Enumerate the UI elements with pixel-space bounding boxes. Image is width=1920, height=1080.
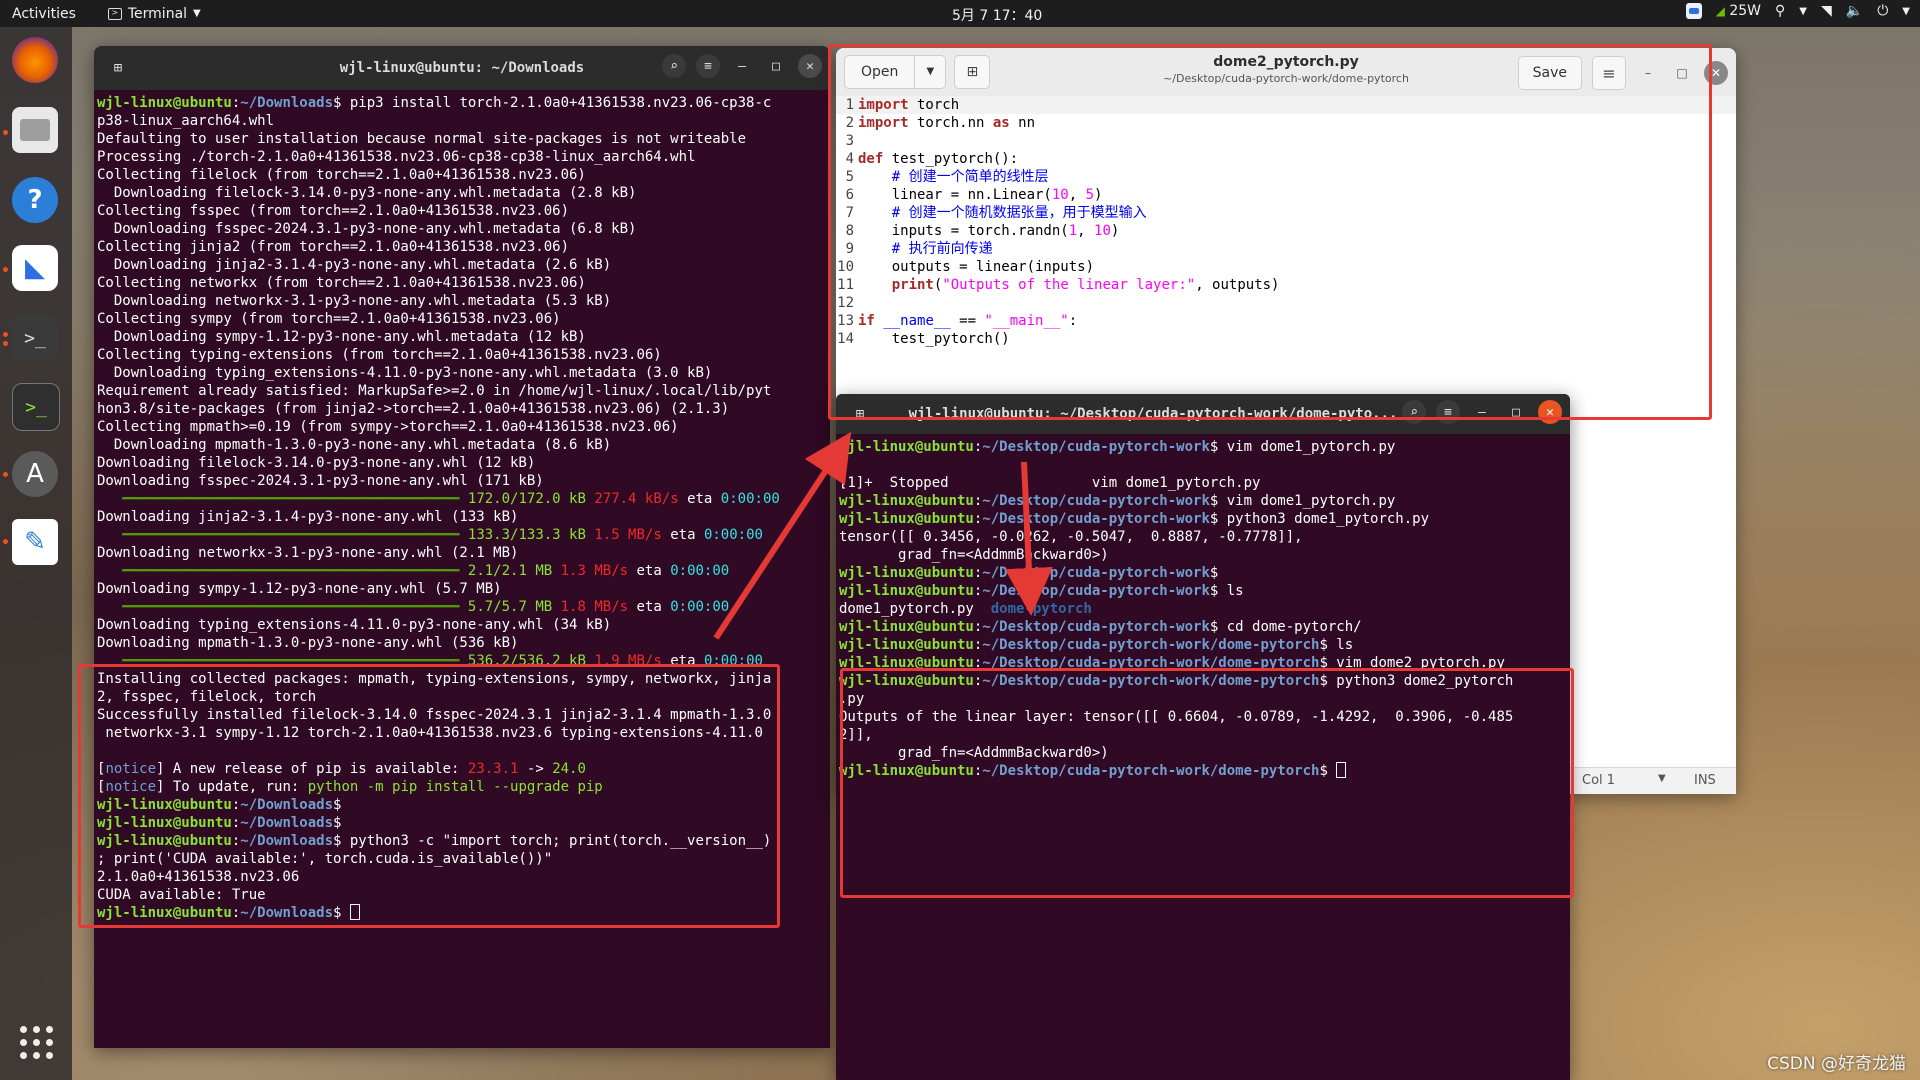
hamburger-menu-icon[interactable]: ≡ (1436, 400, 1460, 424)
editor-headerbar[interactable]: Open ▼ ⊞ dome2_pytorch.py ~/Desktop/cuda… (836, 48, 1736, 97)
show-apps-icon[interactable] (20, 1026, 54, 1060)
clock[interactable]: 5月 7 17：40 (952, 5, 1042, 25)
running-indicator (3, 267, 8, 272)
terminal-titlebar[interactable]: ⊞ wjl-linux@ubuntu: ~/Downloads ⌕ ≡ – □ … (94, 46, 830, 90)
system-tray: ◢ 25W ⚲ ▼ ◥ 🔈 ⏻ ▼ (1685, 3, 1910, 19)
caret-down-icon: ▼ (193, 8, 201, 19)
text-cursor (1336, 762, 1347, 778)
window-title: wjl-linux@ubuntu: ~/Desktop/cuda-pytorch… (908, 406, 1398, 422)
activities-button[interactable]: Activities (12, 6, 76, 22)
running-indicator (3, 472, 8, 477)
feishu-tray-icon[interactable] (1685, 3, 1702, 19)
column-indicator[interactable]: Col 1 (1582, 773, 1615, 788)
minimize-icon[interactable]: – (1636, 61, 1660, 85)
chevron-down-icon[interactable]: ▼ (915, 56, 945, 88)
editor-controls: Save ≡ – □ ✕ (1517, 56, 1728, 90)
code-line: 8 inputs = torch.randn(1, 10) (845, 223, 1120, 239)
code-line: 12 (837, 295, 854, 311)
new-tab-icon[interactable]: ⊞ (104, 54, 132, 82)
caret-down-icon[interactable]: ▼ (1799, 6, 1807, 17)
open-button-label: Open (845, 56, 916, 88)
hamburger-menu-icon[interactable]: ≡ (696, 54, 720, 78)
running-indicator (3, 539, 8, 544)
close-icon[interactable]: ✕ (1538, 400, 1562, 424)
terminal-window-downloads[interactable]: ⊞ wjl-linux@ubuntu: ~/Downloads ⌕ ≡ – □ … (94, 46, 830, 1048)
app-menu-label: Terminal (127, 5, 188, 22)
insert-mode-indicator: INS (1694, 773, 1716, 788)
code-line: 6 linear = nn.Linear(10, 5) (845, 187, 1103, 203)
code-line: 11 print("Outputs of the linear layer:",… (837, 277, 1280, 293)
terminal-titlebar[interactable]: ⊞ wjl-linux@ubuntu: ~/Desktop/cuda-pytor… (836, 394, 1570, 434)
feishu-icon[interactable]: ◣ (12, 245, 58, 291)
open-button[interactable]: Open ▼ (844, 55, 947, 89)
running-indicator (3, 341, 8, 346)
maximize-icon[interactable]: □ (764, 54, 788, 78)
terminal-icon[interactable]: >_ (12, 315, 58, 361)
top-bar: Activities > Terminal ▼ 5月 7 17：40 ◢ 25W… (0, 0, 1920, 27)
window-controls: ⌕ ≡ – □ ✕ (662, 54, 822, 78)
code-line: 9 # 执行前向传递 (845, 241, 993, 257)
volume-icon[interactable]: 🔈 (1846, 3, 1863, 19)
text-editor-icon[interactable]: ✎ (12, 519, 58, 565)
code-line: 13 if __name__ == "__main__": (837, 313, 1078, 329)
watermark: CSDN @好奇龙猫 (1767, 1054, 1906, 1074)
power-icon[interactable]: ⏻ (1877, 3, 1888, 19)
files-icon[interactable] (12, 107, 58, 153)
search-icon[interactable]: ⌕ (662, 54, 686, 78)
terminal-window-dome-pytorch[interactable]: ⊞ wjl-linux@ubuntu: ~/Desktop/cuda-pytor… (836, 394, 1570, 1080)
new-tab-icon[interactable]: ⊞ (846, 400, 874, 428)
minimize-icon[interactable]: – (1470, 400, 1494, 424)
dock: ? ◣ >_ >_ A ✎ (0, 27, 72, 1080)
running-indicator (3, 332, 8, 337)
accessibility-icon[interactable]: ⚲ (1775, 3, 1785, 19)
close-icon[interactable]: ✕ (798, 54, 822, 78)
software-center-icon[interactable]: A (12, 451, 58, 497)
nvidia-icon: ◢ (1715, 4, 1725, 18)
code-line: 5 # 创建一个简单的线性层 (845, 169, 1049, 185)
app-menu[interactable]: > Terminal ▼ (107, 5, 201, 22)
close-icon[interactable]: ✕ (1704, 61, 1728, 85)
gpu-indicator[interactable]: ◢ 25W (1716, 3, 1761, 19)
hamburger-menu-icon[interactable]: ≡ (1592, 56, 1626, 90)
terminal-icon: > (107, 7, 122, 20)
help-icon[interactable]: ? (12, 177, 58, 223)
terminal-output[interactable]: wjl-linux@ubuntu:~/Desktop/cuda-pytorch-… (836, 434, 1570, 784)
caret-down-icon[interactable]: ▼ (1902, 6, 1910, 17)
minimize-icon[interactable]: – (730, 54, 754, 78)
code-line: 7 # 创建一个随机数据张量，用于模型输入 (845, 205, 1147, 221)
code-line: 2 import torch.nn as nn (845, 115, 1036, 131)
firefox-icon[interactable] (12, 37, 58, 83)
code-line: 1 import torch (836, 96, 1736, 114)
gpu-power: 25W (1729, 3, 1762, 19)
chevron-down-icon[interactable]: ▼ (1658, 773, 1666, 784)
text-cursor (349, 904, 360, 920)
wifi-icon[interactable]: ◥ (1821, 3, 1832, 19)
code-line: 3 (845, 133, 854, 149)
code-line: 14 test_pytorch() (837, 331, 1010, 347)
code-line: 10 outputs = linear(inputs) (837, 259, 1095, 275)
terminal-icon[interactable]: >_ (12, 383, 60, 431)
running-indicator (3, 130, 8, 135)
save-button[interactable]: Save (1517, 56, 1582, 90)
maximize-icon[interactable]: □ (1504, 400, 1528, 424)
maximize-icon[interactable]: □ (1670, 61, 1694, 85)
window-controls: ⌕ ≡ – □ ✕ (1402, 400, 1562, 424)
new-document-icon[interactable]: ⊞ (954, 55, 991, 89)
code-line: 4 def test_pytorch(): (845, 151, 1019, 167)
search-icon[interactable]: ⌕ (1402, 400, 1426, 424)
terminal-output[interactable]: wjl-linux@ubuntu:~/Downloads$ pip3 insta… (94, 90, 830, 926)
